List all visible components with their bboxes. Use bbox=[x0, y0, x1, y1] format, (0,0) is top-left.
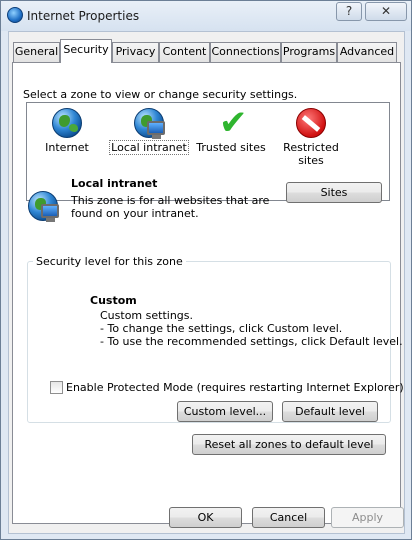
security-level-name: Custom bbox=[90, 294, 137, 307]
no-entry-icon bbox=[293, 105, 329, 141]
zone-label: Local intranet bbox=[109, 140, 189, 155]
tab-general[interactable]: General bbox=[13, 42, 60, 62]
tab-advanced[interactable]: Advanced bbox=[337, 42, 397, 62]
title-bar[interactable]: Internet Properties ? ✕ bbox=[1, 1, 411, 31]
zone-trusted-sites[interactable]: ✔ Trusted sites bbox=[191, 103, 271, 200]
apply-button[interactable]: Apply bbox=[331, 507, 404, 528]
cancel-button[interactable]: Cancel bbox=[252, 507, 325, 528]
internet-properties-icon bbox=[7, 7, 23, 23]
ok-button[interactable]: OK bbox=[169, 507, 242, 528]
internet-properties-window: Internet Properties ? ✕ General Security… bbox=[0, 0, 412, 540]
protected-mode-label[interactable]: Enable Protected Mode (requires restarti… bbox=[66, 381, 404, 394]
custom-level-button[interactable]: Custom level... bbox=[177, 401, 273, 422]
globe-icon bbox=[49, 105, 85, 141]
sites-button[interactable]: Sites bbox=[286, 182, 382, 203]
zone-label: Internet bbox=[45, 141, 89, 154]
security-level-group-label: Security level for this zone bbox=[33, 255, 186, 268]
zone-prompt: Select a zone to view or change security… bbox=[23, 88, 298, 101]
dialog-client: General Security Privacy Content Connect… bbox=[8, 31, 405, 534]
level-line: - To use the recommended settings, click… bbox=[100, 335, 403, 348]
default-level-button[interactable]: Default level bbox=[282, 401, 378, 422]
zone-label: Restricted sites bbox=[283, 141, 339, 167]
close-button[interactable]: ✕ bbox=[365, 2, 407, 21]
selected-zone-description: This zone is for all websites that are f… bbox=[71, 194, 270, 220]
protected-mode-checkbox[interactable] bbox=[50, 381, 63, 394]
tab-content[interactable]: Content bbox=[159, 42, 210, 62]
reset-all-zones-button[interactable]: Reset all zones to default level bbox=[192, 434, 386, 455]
tab-privacy[interactable]: Privacy bbox=[112, 42, 159, 62]
tab-connections[interactable]: Connections bbox=[210, 42, 281, 62]
tab-security[interactable]: Security bbox=[60, 39, 112, 63]
intranet-icon bbox=[131, 105, 167, 141]
intranet-icon bbox=[25, 188, 61, 224]
security-level-description: Custom settings. - To change the setting… bbox=[100, 309, 403, 348]
window-title: Internet Properties bbox=[27, 9, 140, 23]
zone-label: Trusted sites bbox=[196, 141, 266, 154]
tab-programs[interactable]: Programs bbox=[281, 42, 337, 62]
level-line: Custom settings. bbox=[100, 309, 194, 322]
level-line: - To change the settings, click Custom l… bbox=[100, 322, 343, 335]
checkmark-icon: ✔ bbox=[219, 103, 248, 143]
selected-zone-title: Local intranet bbox=[71, 177, 158, 190]
help-button[interactable]: ? bbox=[336, 2, 362, 21]
